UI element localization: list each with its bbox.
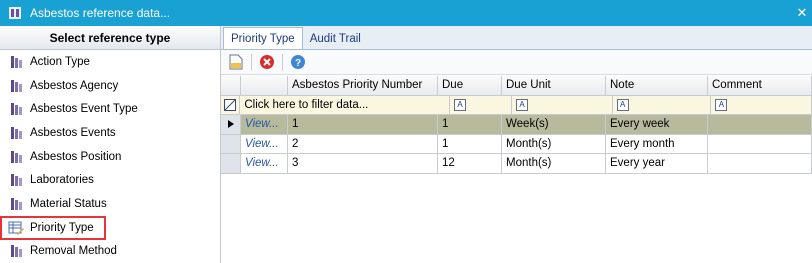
new-record-icon bbox=[229, 54, 243, 70]
cell-due[interactable]: 1 bbox=[438, 115, 502, 135]
filter-due-unit[interactable]: A bbox=[512, 95, 613, 115]
reference-type-header: Select reference type bbox=[0, 26, 220, 50]
column-header-comment[interactable]: Comment bbox=[708, 76, 812, 96]
toolbar-separator bbox=[282, 54, 283, 70]
priority-type-grid: Asbestos Priority Number Due Due Unit No… bbox=[221, 76, 812, 174]
cell-priority-number[interactable]: 3 bbox=[288, 154, 438, 174]
row-selector[interactable] bbox=[221, 115, 241, 135]
reference-item-asbestos-position[interactable]: Asbestos Position bbox=[0, 145, 220, 169]
cell-note[interactable]: Every week bbox=[606, 115, 708, 135]
row-selector-header bbox=[221, 76, 241, 96]
cell-due-unit[interactable]: Week(s) bbox=[502, 115, 606, 135]
view-column-header bbox=[241, 76, 288, 96]
cell-priority-number[interactable]: 2 bbox=[288, 134, 438, 154]
delete-button[interactable] bbox=[258, 53, 276, 71]
filter-operator-icon[interactable]: A bbox=[715, 98, 728, 111]
window-title: Asbestos reference data... bbox=[30, 6, 171, 20]
column-header-due-unit[interactable]: Due Unit bbox=[502, 76, 606, 96]
reference-item-asbestos-events[interactable]: Asbestos Events bbox=[0, 121, 220, 145]
cell-due-unit[interactable]: Month(s) bbox=[502, 134, 606, 154]
help-button[interactable]: ? bbox=[289, 53, 307, 71]
view-link[interactable]: View... bbox=[241, 154, 288, 174]
reference-item-label: Priority Type bbox=[30, 221, 94, 234]
view-link[interactable]: View... bbox=[241, 134, 288, 154]
filter-operator-icon[interactable]: A bbox=[454, 98, 467, 111]
reference-data-window: Asbestos reference data... ✕ Select refe… bbox=[0, 0, 812, 263]
filter-placeholder[interactable]: Click here to filter data... bbox=[240, 95, 451, 115]
toolbar-separator bbox=[251, 54, 252, 70]
grid-filter-row: Click here to filter data... A A A A bbox=[221, 95, 812, 115]
cell-due[interactable]: 1 bbox=[438, 134, 502, 154]
row-selector[interactable] bbox=[221, 134, 241, 154]
row-selector[interactable] bbox=[221, 154, 241, 174]
cell-comment[interactable] bbox=[708, 154, 812, 174]
cell-due[interactable]: 12 bbox=[438, 154, 502, 174]
cell-comment[interactable] bbox=[708, 115, 812, 135]
filter-comment[interactable]: A bbox=[711, 95, 812, 115]
cell-priority-number[interactable]: 1 bbox=[288, 115, 438, 135]
tab-audit-trail[interactable]: Audit Trail bbox=[303, 29, 368, 49]
reference-item-priority-type[interactable]: Priority Type bbox=[0, 215, 106, 240]
edit-table-icon bbox=[8, 221, 24, 235]
reference-item-action-type[interactable]: Action Type bbox=[0, 50, 220, 74]
grid-header-row: Asbestos Priority Number Due Due Unit No… bbox=[221, 76, 812, 96]
filter-due[interactable]: A bbox=[450, 95, 513, 115]
table-icon bbox=[11, 197, 22, 210]
reference-item-label: Asbestos Agency bbox=[30, 79, 119, 92]
filter-operator-icon[interactable]: A bbox=[516, 98, 529, 111]
table-icon bbox=[11, 245, 22, 258]
reference-item-removal-method[interactable]: Removal Method bbox=[0, 240, 220, 263]
table-row[interactable]: View... 3 12 Month(s) Every year bbox=[221, 154, 812, 174]
reference-item-laboratories[interactable]: Laboratories bbox=[0, 168, 220, 192]
new-record-button[interactable] bbox=[227, 53, 245, 71]
tab-bar: Priority Type Audit Trail bbox=[221, 26, 812, 50]
reference-item-asbestos-agency[interactable]: Asbestos Agency bbox=[0, 74, 220, 98]
table-icon bbox=[11, 55, 22, 68]
reference-item-label: Asbestos Position bbox=[30, 150, 122, 163]
reference-item-label: Removal Method bbox=[30, 245, 117, 258]
current-row-arrow-icon bbox=[227, 120, 234, 129]
reference-item-label: Laboratories bbox=[30, 174, 94, 187]
help-icon: ? bbox=[291, 55, 305, 69]
filter-icon bbox=[224, 98, 237, 111]
table-row[interactable]: View... 2 1 Month(s) Every month bbox=[221, 134, 812, 154]
table-row[interactable]: View... 1 1 Week(s) Every week bbox=[221, 115, 812, 135]
filter-operator-icon[interactable]: A bbox=[616, 98, 629, 111]
column-header-priority-number[interactable]: Asbestos Priority Number bbox=[288, 76, 438, 96]
cell-due-unit[interactable]: Month(s) bbox=[502, 154, 606, 174]
cell-note[interactable]: Every year bbox=[606, 154, 708, 174]
app-icon bbox=[9, 7, 21, 19]
reference-item-label: Material Status bbox=[30, 197, 107, 210]
table-icon bbox=[11, 79, 22, 92]
title-bar: Asbestos reference data... ✕ bbox=[0, 0, 812, 26]
filter-note[interactable]: A bbox=[612, 95, 712, 115]
view-link[interactable]: View... bbox=[241, 115, 288, 135]
column-header-due[interactable]: Due bbox=[438, 76, 502, 96]
table-icon bbox=[11, 103, 22, 116]
close-icon[interactable]: ✕ bbox=[792, 0, 812, 26]
reference-item-label: Asbestos Events bbox=[30, 126, 116, 139]
reference-data-panel: Priority Type Audit Trail ? Asbestos Pri… bbox=[221, 26, 812, 263]
table-icon bbox=[11, 150, 22, 163]
delete-icon bbox=[260, 55, 274, 69]
toolbar: ? bbox=[221, 50, 812, 75]
cell-comment[interactable] bbox=[708, 134, 812, 154]
reference-item-label: Action Type bbox=[30, 55, 90, 68]
table-icon bbox=[11, 174, 22, 187]
reference-item-label: Asbestos Event Type bbox=[30, 103, 138, 116]
table-icon bbox=[11, 126, 22, 139]
svg-text:?: ? bbox=[295, 58, 301, 69]
filter-row-selector bbox=[221, 95, 241, 115]
tab-priority-type[interactable]: Priority Type bbox=[223, 27, 303, 49]
reference-type-panel: Select reference type Action Type Asbest… bbox=[0, 26, 221, 263]
column-header-note[interactable]: Note bbox=[606, 76, 708, 96]
cell-note[interactable]: Every month bbox=[606, 134, 708, 154]
reference-type-list: Action Type Asbestos Agency Asbestos Eve… bbox=[0, 50, 220, 263]
reference-item-material-status[interactable]: Material Status bbox=[0, 192, 220, 216]
reference-item-asbestos-event-type[interactable]: Asbestos Event Type bbox=[0, 97, 220, 121]
